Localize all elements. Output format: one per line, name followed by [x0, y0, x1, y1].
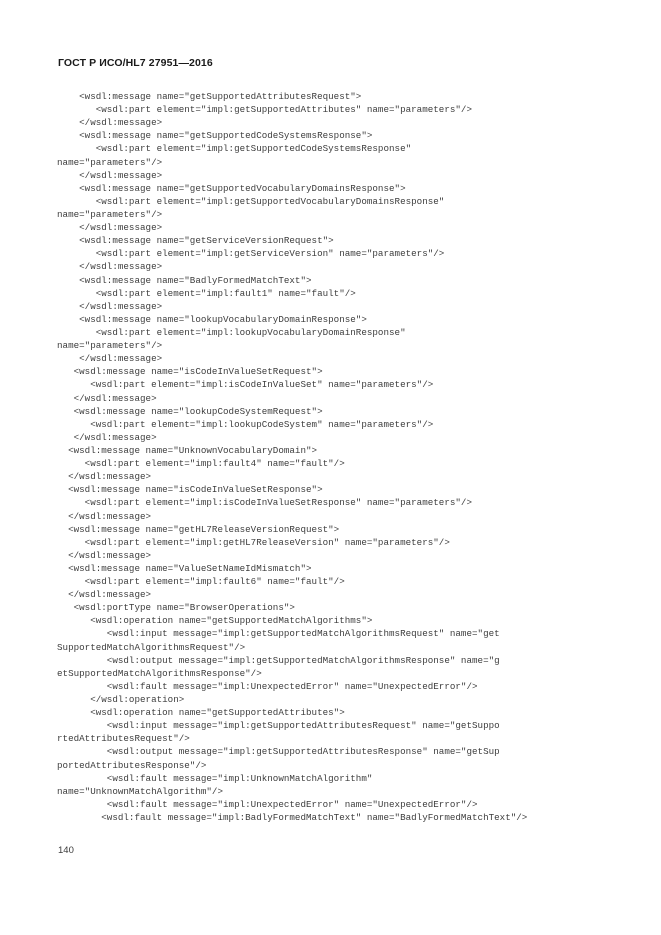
code-line: <wsdl:part element="impl:lookupVocabular… — [57, 326, 406, 338]
code-line: rtedAttributesRequest"/> — [57, 733, 190, 745]
page-number: 140 — [58, 845, 74, 856]
code-line: name="parameters"/> — [57, 156, 163, 168]
code-line: </wsdl:message> — [57, 222, 163, 234]
code-line: name="UnknownMatchAlgorithm"/> — [57, 785, 224, 797]
code-line: <wsdl:message name="getSupportedCodeSyst… — [57, 130, 373, 142]
code-line: <wsdl:message name="BadlyFormedMatchText… — [57, 274, 312, 286]
code-line: </wsdl:message> — [57, 300, 163, 312]
wsdl-code-block: <wsdl:message name="getSupportedAttribut… — [57, 90, 637, 824]
code-line: <wsdl:operation name="getSupportedAttrib… — [57, 707, 345, 719]
code-line: <wsdl:message name="getServiceVersionReq… — [57, 235, 334, 247]
code-line: <wsdl:input message="impl:getSupportedAt… — [57, 720, 500, 732]
code-line: <wsdl:fault message="impl:BadlyFormedMat… — [57, 812, 528, 824]
code-line: <wsdl:part element="impl:fault4" name="f… — [57, 458, 345, 470]
code-line: <wsdl:part element="impl:fault6" name="f… — [57, 576, 345, 588]
code-line: <wsdl:part element="impl:isCodeInValueSe… — [57, 379, 434, 391]
code-line: <wsdl:part element="impl:getServiceVersi… — [57, 248, 445, 260]
code-line: <wsdl:part element="impl:getSupportedCod… — [57, 143, 412, 155]
code-line: <wsdl:message name="isCodeInValueSetResp… — [57, 484, 323, 496]
code-line: <wsdl:message name="lookupVocabularyDoma… — [57, 313, 367, 325]
code-line: </wsdl:message> — [57, 353, 163, 365]
code-line: <wsdl:message name="UnknownVocabularyDom… — [57, 444, 318, 456]
code-line: <wsdl:operation name="getSupportedMatchA… — [57, 615, 373, 627]
code-line: name="parameters"/> — [57, 208, 163, 220]
code-line: <wsdl:message name="ValueSetNameIdMismat… — [57, 562, 312, 574]
code-line: </wsdl:message> — [57, 510, 152, 522]
document-page: ГОСТ Р ИСО/HL7 27951—2016 <wsdl:message … — [0, 0, 661, 935]
code-line: <wsdl:part element="impl:isCodeInValueSe… — [57, 497, 473, 509]
code-line: </wsdl:message> — [57, 261, 163, 273]
code-line: <wsdl:fault message="impl:UnexpectedErro… — [57, 798, 478, 810]
code-line: <wsdl:part element="impl:getSupportedAtt… — [57, 104, 473, 116]
code-line: <wsdl:message name="getHL7ReleaseVersion… — [57, 523, 340, 535]
code-line: </wsdl:message> — [57, 431, 157, 443]
code-line: portedAttributesResponse"/> — [57, 759, 207, 771]
code-line: </wsdl:message> — [57, 549, 152, 561]
code-line: <wsdl:message name="lookupCodeSystemRequ… — [57, 405, 323, 417]
code-line: <wsdl:portType name="BrowserOperations"> — [57, 602, 295, 614]
code-line: <wsdl:fault message="impl:UnexpectedErro… — [57, 680, 478, 692]
code-line: <wsdl:part element="impl:getHL7ReleaseVe… — [57, 536, 450, 548]
code-line: <wsdl:output message="impl:getSupportedA… — [57, 746, 500, 758]
code-line: </wsdl:message> — [57, 117, 163, 129]
code-line: <wsdl:message name="getSupportedVocabula… — [57, 182, 406, 194]
code-line: <wsdl:output message="impl:getSupportedM… — [57, 654, 500, 666]
code-line: <wsdl:part element="impl:getSupportedVoc… — [57, 195, 445, 207]
code-line: </wsdl:message> — [57, 169, 163, 181]
code-line: etSupportedMatchAlgorithmsResponse"/> — [57, 667, 262, 679]
code-line: <wsdl:message name="isCodeInValueSetRequ… — [57, 366, 323, 378]
code-line: SupportedMatchAlgorithmsRequest"/> — [57, 641, 246, 653]
code-line: <wsdl:input message="impl:getSupportedMa… — [57, 628, 500, 640]
page-header-standard-number: ГОСТ Р ИСО/HL7 27951—2016 — [58, 57, 213, 69]
code-line: <wsdl:part element="impl:fault1" name="f… — [57, 287, 356, 299]
code-line: <wsdl:message name="getSupportedAttribut… — [57, 91, 362, 102]
code-line: <wsdl:fault message="impl:UnknownMatchAl… — [57, 772, 373, 784]
code-line: </wsdl:message> — [57, 392, 157, 404]
code-line: </wsdl:message> — [57, 471, 152, 483]
code-line: name="parameters"/> — [57, 340, 163, 352]
code-line: <wsdl:part element="impl:lookupCodeSyste… — [57, 418, 434, 430]
code-line: </wsdl:operation> — [57, 694, 185, 706]
code-line: </wsdl:message> — [57, 589, 152, 601]
